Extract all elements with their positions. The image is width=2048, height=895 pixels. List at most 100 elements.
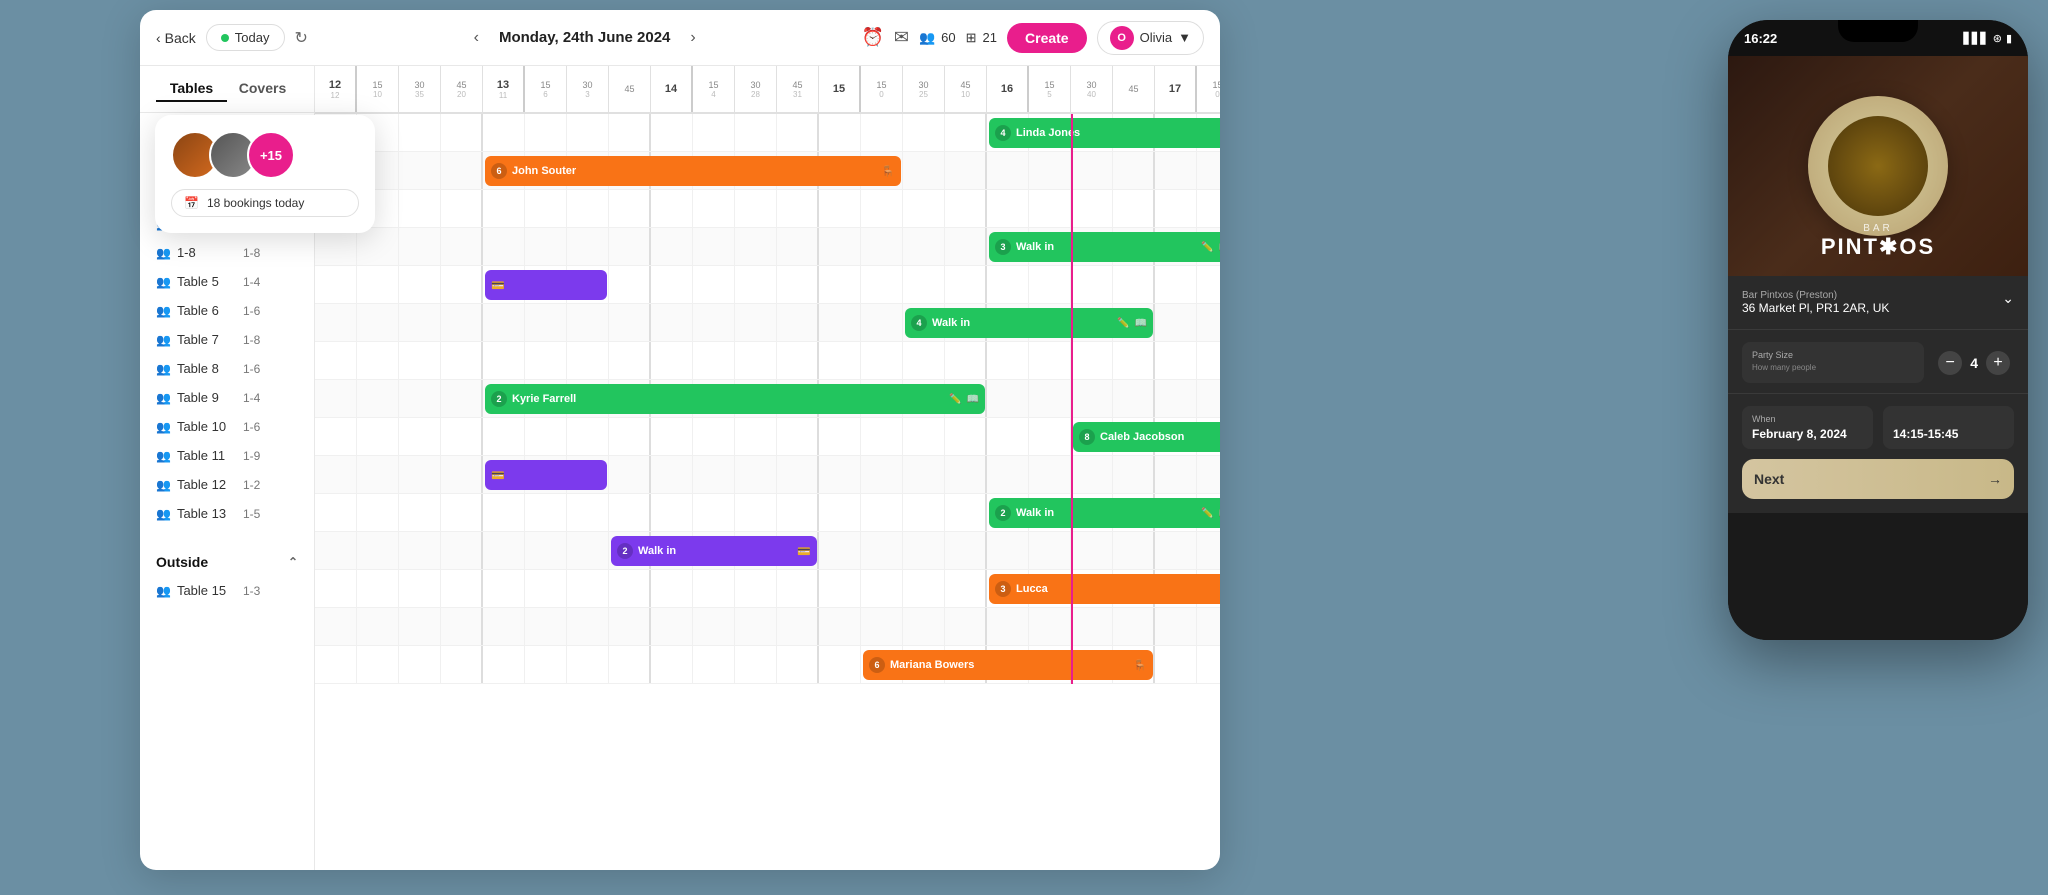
grid-data-row[interactable]: 💳 xyxy=(315,456,1220,494)
table-row[interactable]: 👥 Table 10 1-6 xyxy=(140,412,314,441)
grid-cell xyxy=(777,304,819,341)
today-button[interactable]: Today xyxy=(206,24,285,51)
booking-bar[interactable]: 4Linda Jones✏️📖 xyxy=(989,118,1220,148)
grid-cell xyxy=(651,608,693,645)
grid-cell xyxy=(399,266,441,303)
prev-date-button[interactable]: ‹ xyxy=(466,25,487,51)
grid-cell xyxy=(777,570,819,607)
party-size-minus-button[interactable]: − xyxy=(1938,351,1962,375)
phone-divider-2 xyxy=(1728,393,2028,394)
grid-data-row[interactable]: 6Mariana Bowers🪑 xyxy=(315,646,1220,684)
grid-cell xyxy=(903,190,945,227)
grid-cell xyxy=(819,114,861,151)
grid-cell xyxy=(399,646,441,683)
grid-cell xyxy=(819,456,861,493)
next-button[interactable]: Next → xyxy=(1742,459,2014,499)
grid-cell xyxy=(315,532,357,569)
booking-bar[interactable]: 3Walk in✏️📖 xyxy=(989,232,1220,262)
booking-bar[interactable]: 2Walk in💳 xyxy=(611,536,817,566)
grid-cell xyxy=(609,114,651,151)
grid-data-row[interactable]: 3Walk in✏️📖7Tony Barker✏️📖 xyxy=(315,228,1220,266)
top-bar: ‹ Back Today ↻ ‹ Monday, 24th June 2024 … xyxy=(140,10,1220,66)
grid-cell xyxy=(903,152,945,189)
booking-icon: 🪑 xyxy=(1133,659,1147,672)
grid-cell xyxy=(651,494,693,531)
table-row[interactable]: 👥 Table 6 1-6 xyxy=(140,296,314,325)
grid-data-row[interactable] xyxy=(315,342,1220,380)
booking-bar[interactable]: 3Lucca🪑 xyxy=(989,574,1220,604)
booking-bar[interactable]: 6Mariana Bowers🪑 xyxy=(863,650,1153,680)
grid-cell xyxy=(315,570,357,607)
grid-cell xyxy=(315,228,357,265)
clock-icon-button[interactable]: ⏰ xyxy=(861,27,883,48)
grid-cell xyxy=(861,532,903,569)
booking-name: Linda Jones xyxy=(1016,127,1220,139)
grid-cell xyxy=(1113,456,1155,493)
grid-cell xyxy=(1029,608,1071,645)
table-row[interactable]: 👥 Table 11 1-9 xyxy=(140,441,314,470)
back-button[interactable]: ‹ Back xyxy=(156,30,196,46)
time-cell: 16 xyxy=(987,66,1029,112)
booking-name: Walk in xyxy=(932,317,1112,329)
refresh-button[interactable]: ↻ xyxy=(295,28,308,48)
table-row[interactable]: 👥 Table 12 1-2 xyxy=(140,470,314,499)
booking-bar[interactable]: 8Caleb Jacobson✏️📖 xyxy=(1073,422,1220,452)
create-button[interactable]: Create xyxy=(1007,23,1087,53)
grid-cell xyxy=(651,114,693,151)
table-row[interactable]: 👥 1-8 1-8 xyxy=(140,238,314,267)
grid-cell xyxy=(357,304,399,341)
tab-covers[interactable]: Covers xyxy=(227,76,298,102)
grid-cell xyxy=(1071,608,1113,645)
grid-cell xyxy=(819,342,861,379)
grid-data-row[interactable]: 2Kyrie Farrell✏️📖 xyxy=(315,380,1220,418)
booking-bar[interactable]: 2Kyrie Farrell✏️📖 xyxy=(485,384,985,414)
tab-tables[interactable]: Tables xyxy=(156,76,227,102)
party-size-plus-button[interactable]: + xyxy=(1986,351,2010,375)
grid-data-row[interactable]: 8Caleb Jacobson✏️📖 xyxy=(315,418,1220,456)
grid-cell xyxy=(945,266,987,303)
booking-bar[interactable]: 6John Souter🪑 xyxy=(485,156,901,186)
grid-data-row[interactable]: 2Walk in💳 xyxy=(315,532,1220,570)
brand-star-icon: ✱ xyxy=(1879,234,1899,259)
grid-data-row[interactable] xyxy=(315,608,1220,646)
grid-cell xyxy=(441,646,483,683)
grid-cell xyxy=(1197,304,1220,341)
mail-icon-button[interactable]: ✉ xyxy=(894,27,909,48)
booking-number-badge: 2 xyxy=(617,543,633,559)
outside-floor-header[interactable]: Outside ⌃ xyxy=(140,548,314,576)
grid-cell xyxy=(525,494,567,531)
table-row[interactable]: 👥 Table 15 1-3 xyxy=(140,576,314,605)
grid-cell xyxy=(525,114,567,151)
booking-bar[interactable]: 4Walk in✏️📖 xyxy=(905,308,1153,338)
grid-cell xyxy=(987,418,1029,455)
grid-data-row[interactable]: 2Walk in✏️📖5Henry Holman✏️📖 xyxy=(315,494,1220,532)
next-date-button[interactable]: › xyxy=(682,25,703,51)
table-row[interactable]: 👥 Table 9 1-4 xyxy=(140,383,314,412)
grid-data-row[interactable]: 4Walk in✏️📖2Cristian Molina✏️📖 xyxy=(315,304,1220,342)
booking-bar[interactable]: 💳 xyxy=(485,460,607,490)
time-cell: 303 xyxy=(567,66,609,112)
grid-cell xyxy=(903,494,945,531)
grid-cell xyxy=(357,456,399,493)
table-row[interactable]: 👥 Table 7 1-8 xyxy=(140,325,314,354)
table-row[interactable]: 👥 Table 5 1-4 xyxy=(140,267,314,296)
grid-cell xyxy=(567,570,609,607)
people-icon: 👥 xyxy=(156,246,171,260)
grid-cell xyxy=(525,532,567,569)
venue-chevron-icon[interactable]: ⌄ xyxy=(2002,290,2014,307)
grid-data-row[interactable]: 4Linda Jones✏️📖 xyxy=(315,114,1220,152)
table-row[interactable]: 👥 Table 13 1-5 xyxy=(140,499,314,528)
grid-data-row[interactable]: 6John Souter🪑8Barry Smith✏️📖 xyxy=(315,152,1220,190)
booking-bar[interactable]: 2Walk in✏️📖 xyxy=(989,498,1220,528)
grid-data-row[interactable]: 3Lucca🪑2Chloe✏️📖 xyxy=(315,570,1220,608)
grid-cell xyxy=(399,342,441,379)
booking-bar[interactable]: 💳 xyxy=(485,270,607,300)
table-row[interactable]: 👥 Table 8 1-6 xyxy=(140,354,314,383)
grid-data-row[interactable]: 💳 xyxy=(315,266,1220,304)
booking-number-badge: 3 xyxy=(995,239,1011,255)
grid-cell xyxy=(357,646,399,683)
phone-plate xyxy=(1808,96,1948,236)
grid-data-row[interactable] xyxy=(315,190,1220,228)
user-menu-button[interactable]: O Olivia ▼ xyxy=(1097,21,1204,55)
when-row: When February 8, 2024 . 14:15-15:45 xyxy=(1742,406,2014,449)
